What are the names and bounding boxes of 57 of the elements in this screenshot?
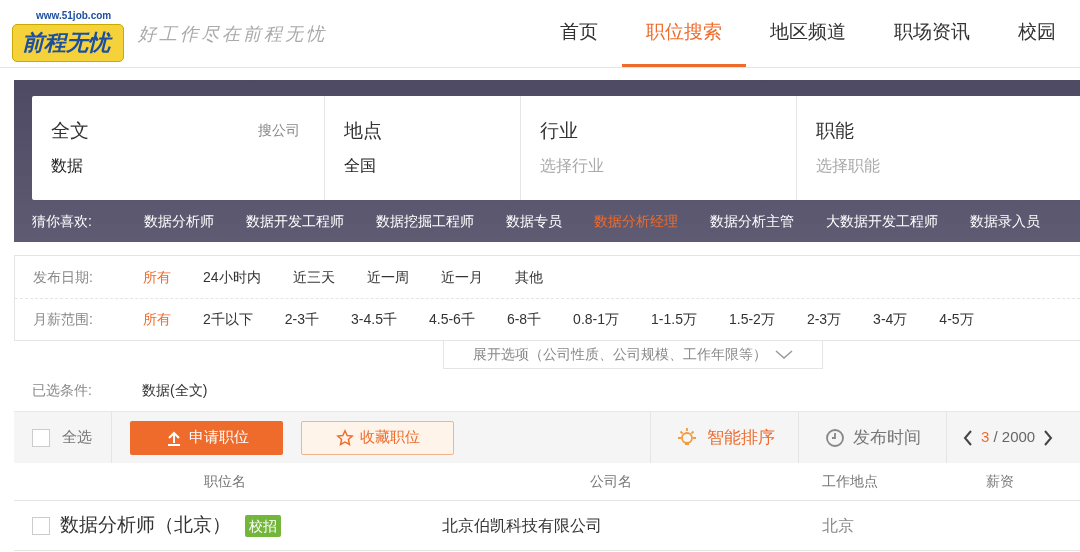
table-cell-text: 北京 xyxy=(821,515,855,536)
clock-icon xyxy=(824,427,845,448)
suggestion-link[interactable]: 数据录入员 xyxy=(970,210,1040,232)
filter-option[interactable]: 近一月 xyxy=(440,266,483,288)
filter-option[interactable]: 2千以下 xyxy=(203,309,253,330)
company-link[interactable]: 北京伯凯科技有限公司 xyxy=(442,513,810,538)
filter-label: 月薪范围: xyxy=(32,310,94,329)
search-field[interactable]: 行业 选择行业 xyxy=(520,96,796,200)
filter-option[interactable]: 近一周 xyxy=(366,266,409,288)
selected-condition: 数据(全文) xyxy=(142,380,208,400)
row-checkbox[interactable] xyxy=(32,516,50,535)
slogan: 好工作尽在前程无忧 xyxy=(138,22,327,46)
filter-option[interactable]: 3-4万 xyxy=(873,309,908,330)
suggestion-link[interactable]: 大数据开发工程师 xyxy=(826,210,938,232)
suggestion-link[interactable]: 数据挖掘工程师 xyxy=(376,210,474,232)
filter-option[interactable]: 3-4.5千 xyxy=(351,309,397,330)
filter-option[interactable]: 6-8千 xyxy=(506,309,542,330)
nav-tab[interactable]: 职场资讯 xyxy=(870,0,994,67)
nav-tab[interactable]: 地区频道 xyxy=(746,0,870,67)
column-header: 职位名 xyxy=(203,472,247,491)
search-company-link[interactable]: 搜公司 xyxy=(258,120,300,141)
chevron-down-icon xyxy=(775,349,793,360)
select-all-checkbox[interactable] xyxy=(32,428,50,447)
star-icon xyxy=(335,428,354,447)
filter-option[interactable]: 4.5-6千 xyxy=(428,309,475,330)
filter-option[interactable]: 其他 xyxy=(514,266,543,288)
suggestion-link[interactable]: 数据专员 xyxy=(506,210,562,232)
chevron-right-icon[interactable] xyxy=(1043,429,1054,446)
conditions-label: 已选条件: xyxy=(31,380,93,400)
nav-tab[interactable]: 首页 xyxy=(536,0,622,67)
select-all-label: 全选 xyxy=(62,427,92,448)
column-header: 公司名 xyxy=(589,472,633,491)
search-field[interactable]: 职能 选择职能 xyxy=(796,96,1080,200)
filter-option[interactable]: 1-1.5万 xyxy=(651,309,697,330)
column-header: 薪资 xyxy=(986,472,1015,491)
suggest-label: 猜你喜欢: xyxy=(32,211,93,231)
filter-option[interactable]: 2-3万 xyxy=(806,309,842,330)
nav-tab[interactable]: 校园 xyxy=(994,0,1080,67)
job-title-link[interactable]: 数据分析师（北京） xyxy=(60,511,231,540)
suggestion-link[interactable]: 数据开发工程师 xyxy=(246,210,344,232)
search-field[interactable]: 地点 全国 xyxy=(324,96,520,200)
page-indicator: 3 / 2000 xyxy=(981,427,1036,448)
filter-option[interactable]: 0.8-1万 xyxy=(573,309,620,330)
sort-tab[interactable]: 发布时间 xyxy=(798,412,946,463)
chevron-left-icon[interactable] xyxy=(963,429,973,446)
suggestion-link[interactable]: 数据分析主管 xyxy=(710,210,794,232)
search-field[interactable]: 全文 数据 搜公司 xyxy=(32,96,324,200)
filter-option[interactable]: 4-5万 xyxy=(939,309,974,330)
expand-options-button[interactable]: 展开选项（公司性质、公司规模、工作年限等） xyxy=(443,341,823,369)
tag-badge: 校招 xyxy=(245,514,281,537)
filter-option[interactable]: 24小时内 xyxy=(203,266,261,288)
filter-option[interactable]: 1.5-2万 xyxy=(728,309,775,330)
column-header: 工作地点 xyxy=(821,472,879,491)
filter-option[interactable]: 2-3千 xyxy=(284,309,320,330)
suggestion-link[interactable]: 数据分析师 xyxy=(144,210,214,232)
filter-label: 发布日期: xyxy=(32,267,94,287)
filter-option[interactable]: 近三天 xyxy=(292,266,335,288)
